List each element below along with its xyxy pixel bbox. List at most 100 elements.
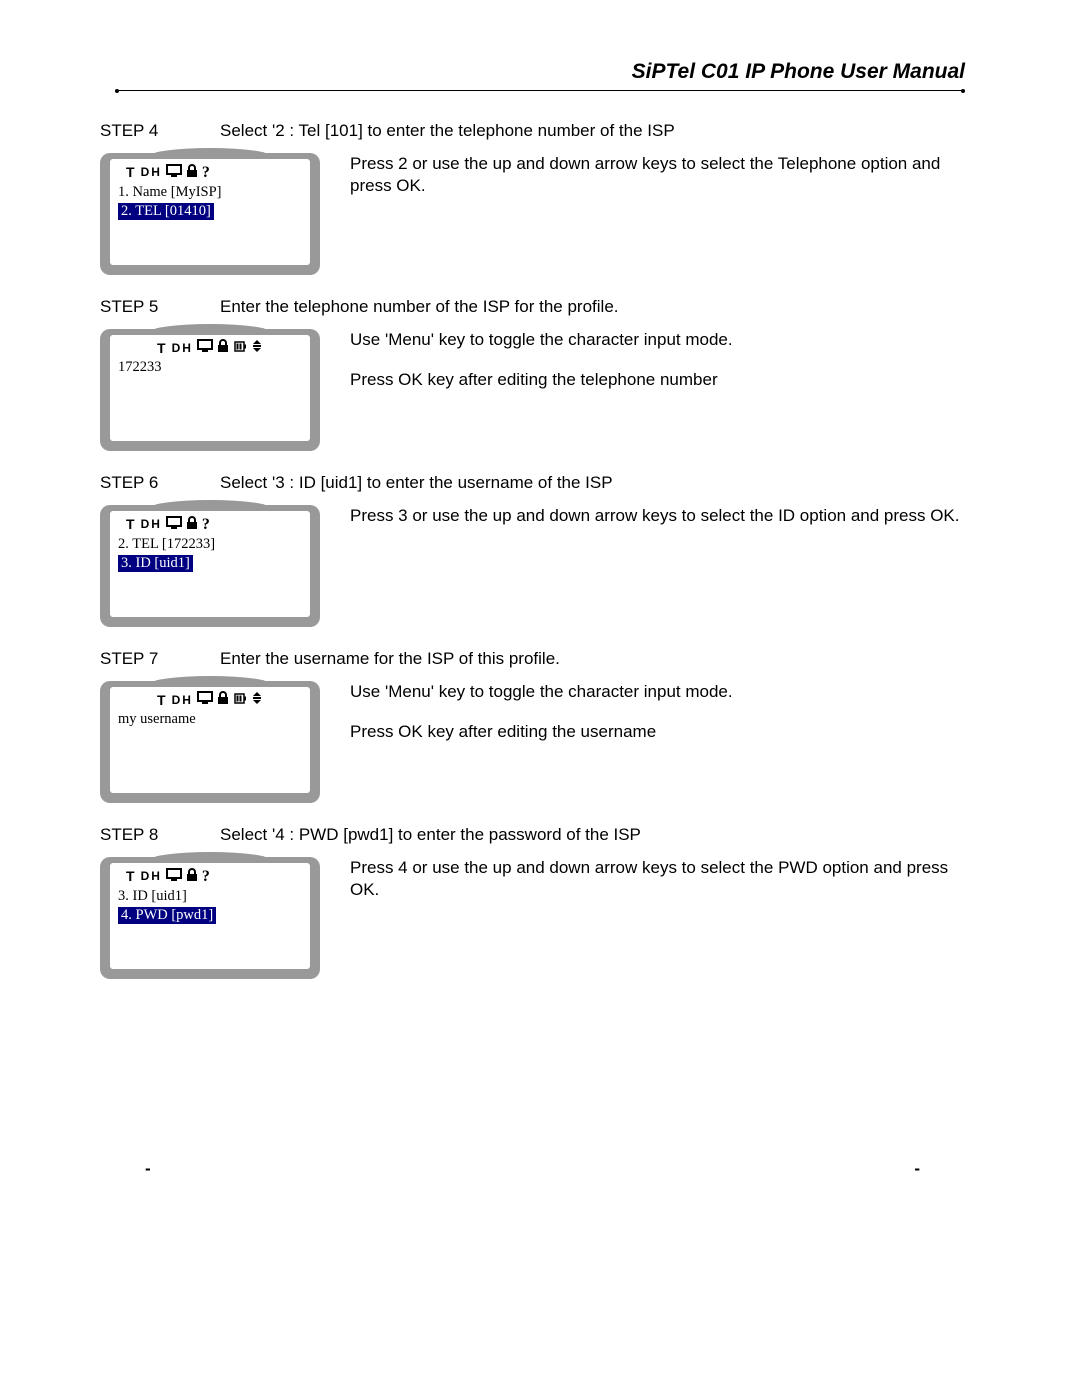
lock-icon (217, 339, 229, 357)
device-column: T DH? 1. Name [MyISP] 2. TEL [01410] (100, 153, 350, 275)
step-head: STEP 6Select '3 : ID [uid1] to enter the… (100, 473, 965, 493)
lcd-status-bar: T DH? (116, 163, 304, 182)
monitor-icon (166, 516, 182, 534)
page-header: SiPTel C01 IP Phone User Manual (100, 60, 965, 91)
lock-icon (186, 164, 198, 182)
footer-dash-right: - (914, 1159, 920, 1179)
step-head: STEP 5Enter the telephone number of the … (100, 297, 965, 317)
step-body: T DH? 1. Name [MyISP] 2. TEL [01410] Press 2… (100, 153, 965, 275)
battery-icon (233, 339, 247, 357)
description-column: Use 'Menu' key to toggle the character i… (350, 681, 965, 761)
step-body: T DH 172233 Use 'Menu' key to toggle the ch… (100, 329, 965, 451)
device-column: T DH my username (100, 681, 350, 803)
phone-top (150, 324, 270, 332)
description-column: Press 4 or use the up and down arrow key… (350, 857, 965, 919)
phone-top (150, 852, 270, 860)
step-head: STEP 7Enter the username for the ISP of … (100, 649, 965, 669)
monitor-icon (166, 164, 182, 182)
signal-icon: DH (172, 341, 193, 355)
lcd-highlight: 4. PWD [pwd1] (118, 907, 304, 924)
device-column: T DH? 3. ID [uid1] 4. PWD [pwd1] (100, 857, 350, 979)
step-desc-line: Press OK key after editing the username (350, 721, 965, 743)
lcd-line-1: my username (118, 711, 304, 728)
lcd-status-bar: T DH? (116, 867, 304, 886)
lcd-line-1: 172233 (118, 359, 304, 376)
updown-icon (251, 691, 263, 709)
monitor-icon (197, 339, 213, 357)
step-6: STEP 6Select '3 : ID [uid1] to enter the… (100, 473, 965, 627)
question-icon: ? (202, 867, 212, 886)
lcd-screen: T DH? 3. ID [uid1] 4. PWD [pwd1] (110, 863, 310, 969)
signal-icon: DH (141, 165, 162, 179)
device-column: T DH 172233 (100, 329, 350, 451)
phone-display: T DH? 2. TEL [172233] 3. ID [uid1] (100, 505, 320, 627)
step-desc-line: Use 'Menu' key to toggle the character i… (350, 681, 965, 703)
lcd-screen: T DH? 1. Name [MyISP] 2. TEL [01410] (110, 159, 310, 265)
lcd-line-1: 2. TEL [172233] (118, 536, 304, 553)
step-title: Select '2 : Tel [101] to enter the telep… (220, 121, 965, 141)
signal-icon: DH (141, 869, 162, 883)
step-label: STEP 7 (100, 649, 220, 669)
lcd-line-1: 3. ID [uid1] (118, 888, 304, 905)
step-desc-line: Press 3 or use the up and down arrow key… (350, 505, 965, 527)
battery-icon (233, 691, 247, 709)
step-body: T DH? 3. ID [uid1] 4. PWD [pwd1] Press 4 or … (100, 857, 965, 979)
footer-dash-left: - (145, 1159, 151, 1179)
lcd-highlight: 2. TEL [01410] (118, 203, 304, 220)
lock-icon (186, 516, 198, 534)
step-desc-line: Press 4 or use the up and down arrow key… (350, 857, 965, 901)
question-icon: ? (202, 163, 212, 182)
step-body: T DH my username Use 'Menu' key to toggle t… (100, 681, 965, 803)
lcd-highlight: 3. ID [uid1] (118, 555, 304, 572)
monitor-icon (197, 691, 213, 709)
step-label: STEP 6 (100, 473, 220, 493)
lcd-line-1: 1. Name [MyISP] (118, 184, 304, 201)
antenna-icon: T (157, 340, 168, 357)
lcd-status-bar: T DH (116, 691, 304, 709)
updown-icon (251, 339, 263, 357)
lcd-screen: T DH my username (110, 687, 310, 793)
steps-container: STEP 4Select '2 : Tel [101] to enter the… (100, 121, 965, 979)
device-column: T DH? 2. TEL [172233] 3. ID [uid1] (100, 505, 350, 627)
lock-icon (186, 868, 198, 886)
step-title: Select '4 : PWD [pwd1] to enter the pass… (220, 825, 965, 845)
step-label: STEP 5 (100, 297, 220, 317)
lcd-screen: T DH? 2. TEL [172233] 3. ID [uid1] (110, 511, 310, 617)
question-icon: ? (202, 515, 212, 534)
step-8: STEP 8Select '4 : PWD [pwd1] to enter th… (100, 825, 965, 979)
description-column: Press 3 or use the up and down arrow key… (350, 505, 965, 545)
step-desc-line: Press 2 or use the up and down arrow key… (350, 153, 965, 197)
phone-display: T DH 172233 (100, 329, 320, 451)
phone-top (150, 500, 270, 508)
step-desc-line: Use 'Menu' key to toggle the character i… (350, 329, 965, 351)
step-7: STEP 7Enter the username for the ISP of … (100, 649, 965, 803)
step-desc-line: Press OK key after editing the telephone… (350, 369, 965, 391)
step-body: T DH? 2. TEL [172233] 3. ID [uid1] Press 3 o… (100, 505, 965, 627)
antenna-icon: T (126, 868, 137, 885)
phone-display: T DH my username (100, 681, 320, 803)
antenna-icon: T (126, 516, 137, 533)
signal-icon: DH (172, 693, 193, 707)
page-title: SiPTel C01 IP Phone User Manual (115, 60, 965, 84)
phone-display: T DH? 1. Name [MyISP] 2. TEL [01410] (100, 153, 320, 275)
phone-top (150, 148, 270, 156)
lcd-screen: T DH 172233 (110, 335, 310, 441)
step-label: STEP 4 (100, 121, 220, 141)
phone-top (150, 676, 270, 684)
step-title: Enter the telephone number of the ISP fo… (220, 297, 965, 317)
signal-icon: DH (141, 517, 162, 531)
lock-icon (217, 691, 229, 709)
footer-marks: - - (100, 1159, 965, 1179)
step-title: Select '3 : ID [uid1] to enter the usern… (220, 473, 965, 493)
lcd-status-bar: T DH (116, 339, 304, 357)
antenna-icon: T (157, 692, 168, 709)
step-title: Enter the username for the ISP of this p… (220, 649, 965, 669)
step-4: STEP 4Select '2 : Tel [101] to enter the… (100, 121, 965, 275)
step-head: STEP 4Select '2 : Tel [101] to enter the… (100, 121, 965, 141)
step-5: STEP 5Enter the telephone number of the … (100, 297, 965, 451)
description-column: Press 2 or use the up and down arrow key… (350, 153, 965, 215)
header-rule (115, 90, 965, 91)
description-column: Use 'Menu' key to toggle the character i… (350, 329, 965, 409)
antenna-icon: T (126, 164, 137, 181)
step-head: STEP 8Select '4 : PWD [pwd1] to enter th… (100, 825, 965, 845)
